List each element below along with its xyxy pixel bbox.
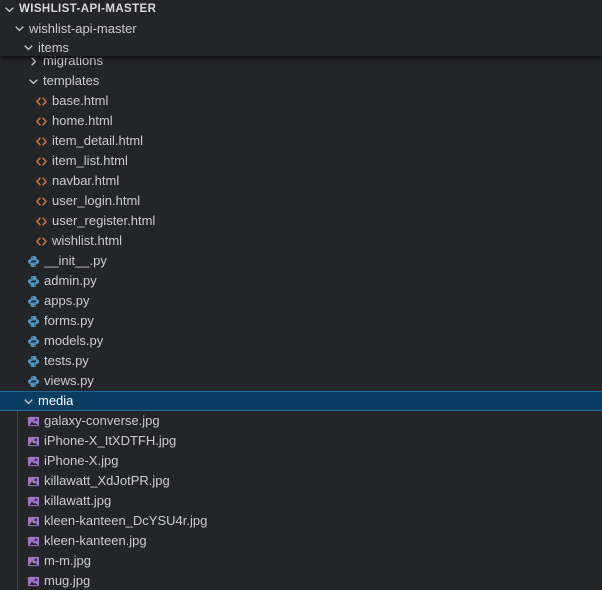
html-icon (35, 155, 48, 168)
tree-file-user-register-html[interactable]: user_register.html (0, 211, 602, 231)
item-label: galaxy-converse.jpg (44, 411, 160, 431)
image-icon (27, 435, 40, 448)
item-label: kleen-kanteen_DcYSU4r.jpg (44, 511, 207, 531)
html-icon (35, 175, 48, 188)
html-icon (35, 135, 48, 148)
tree-file-iphone-x-jpg[interactable]: iPhone-X.jpg (0, 451, 602, 471)
tree-file-galaxy-converse-jpg[interactable]: galaxy-converse.jpg (0, 411, 602, 431)
item-label: navbar.html (52, 171, 119, 191)
chevron-down-icon[interactable] (22, 41, 35, 54)
item-label: items (38, 38, 69, 57)
item-label: __init__.py (44, 251, 107, 271)
html-icon (35, 195, 48, 208)
image-icon (27, 515, 40, 528)
item-label: tests.py (44, 351, 89, 371)
tree-file-iphone-x-itxdtfh-jpg[interactable]: iPhone-X_ItXDTFH.jpg (0, 431, 602, 451)
html-icon (35, 115, 48, 128)
tree-file-killawatt-jpg[interactable]: killawatt.jpg (0, 491, 602, 511)
item-label: mug.jpg (44, 571, 90, 590)
item-label: user_register.html (52, 211, 155, 231)
html-icon (35, 95, 48, 108)
chevron-down-icon[interactable] (13, 22, 26, 35)
python-icon (27, 315, 40, 328)
html-icon (35, 215, 48, 228)
item-label: wishlist.html (52, 231, 122, 251)
item-label: media (38, 391, 73, 411)
item-label: base.html (52, 91, 108, 111)
image-icon (27, 555, 40, 568)
tree-file-item-list-html[interactable]: item_list.html (0, 151, 602, 171)
tree-folder-media[interactable]: media (0, 391, 602, 411)
tree-file-models-py[interactable]: models.py (0, 331, 602, 351)
html-icon (35, 235, 48, 248)
item-label: killawatt_XdJotPR.jpg (44, 471, 170, 491)
python-icon (27, 255, 40, 268)
tree-folder-templates[interactable]: templates (0, 71, 602, 91)
tree-folder-items[interactable]: items (0, 38, 602, 57)
item-label: models.py (44, 331, 103, 351)
item-label: wishlist-api-master (29, 19, 137, 38)
chevron-down-icon[interactable] (27, 75, 40, 88)
tree-file-item-detail-html[interactable]: item_detail.html (0, 131, 602, 151)
tree-file-kleen-kanteen-jpg[interactable]: kleen-kanteen.jpg (0, 531, 602, 551)
item-label: admin.py (44, 271, 97, 291)
tree-file-forms-py[interactable]: forms.py (0, 311, 602, 331)
tree-file-wishlist-html[interactable]: wishlist.html (0, 231, 602, 251)
tree-file-killawatt-xdjotpr-jpg[interactable]: killawatt_XdJotPR.jpg (0, 471, 602, 491)
tree-file-apps-py[interactable]: apps.py (0, 291, 602, 311)
section-header-wishlist-api-master[interactable]: WISHLIST-API-MASTER (0, 0, 602, 19)
tree-file-views-py[interactable]: views.py (0, 371, 602, 391)
tree-file-admin-py[interactable]: admin.py (0, 271, 602, 291)
image-icon (27, 495, 40, 508)
tree-folder-wishlist-api-master[interactable]: wishlist-api-master (0, 19, 602, 38)
item-label: apps.py (44, 291, 90, 311)
chevron-down-icon[interactable] (22, 395, 35, 408)
item-label: WISHLIST-API-MASTER (19, 0, 156, 19)
item-label: iPhone-X.jpg (44, 451, 118, 471)
item-label: item_detail.html (52, 131, 143, 151)
indent-guide (17, 411, 18, 590)
python-icon (27, 335, 40, 348)
tree-file-user-login-html[interactable]: user_login.html (0, 191, 602, 211)
chevron-down-icon[interactable] (3, 3, 16, 16)
python-icon (27, 375, 40, 388)
item-label: item_list.html (52, 151, 128, 171)
tree-file-navbar-html[interactable]: navbar.html (0, 171, 602, 191)
python-icon (27, 295, 40, 308)
python-icon (27, 275, 40, 288)
item-label: forms.py (44, 311, 94, 331)
item-label: m-m.jpg (44, 551, 91, 571)
tree-file-base-html[interactable]: base.html (0, 91, 602, 111)
item-label: home.html (52, 111, 113, 131)
item-label: views.py (44, 371, 94, 391)
tree-file-mug-jpg[interactable]: mug.jpg (0, 571, 602, 590)
image-icon (27, 575, 40, 588)
tree-file-home-html[interactable]: home.html (0, 111, 602, 131)
item-label: kleen-kanteen.jpg (44, 531, 147, 551)
explorer-sidebar: migrationstemplatesbase.htmlhome.htmlite… (0, 0, 602, 590)
tree-file-kleen-kanteen-dcysu4r-jpg[interactable]: kleen-kanteen_DcYSU4r.jpg (0, 511, 602, 531)
image-icon (27, 475, 40, 488)
item-label: killawatt.jpg (44, 491, 111, 511)
file-tree: migrationstemplatesbase.htmlhome.htmlite… (0, 51, 602, 590)
tree-file-init-py[interactable]: __init__.py (0, 251, 602, 271)
item-label: iPhone-X_ItXDTFH.jpg (44, 431, 176, 451)
image-icon (27, 535, 40, 548)
image-icon (27, 415, 40, 428)
python-icon (27, 355, 40, 368)
sticky-scroll-headers: WISHLIST-API-MASTERwishlist-api-masterit… (0, 0, 602, 56)
item-label: user_login.html (52, 191, 140, 211)
tree-file-tests-py[interactable]: tests.py (0, 351, 602, 371)
item-label: templates (43, 71, 99, 91)
tree-file-m-m-jpg[interactable]: m-m.jpg (0, 551, 602, 571)
image-icon (27, 455, 40, 468)
